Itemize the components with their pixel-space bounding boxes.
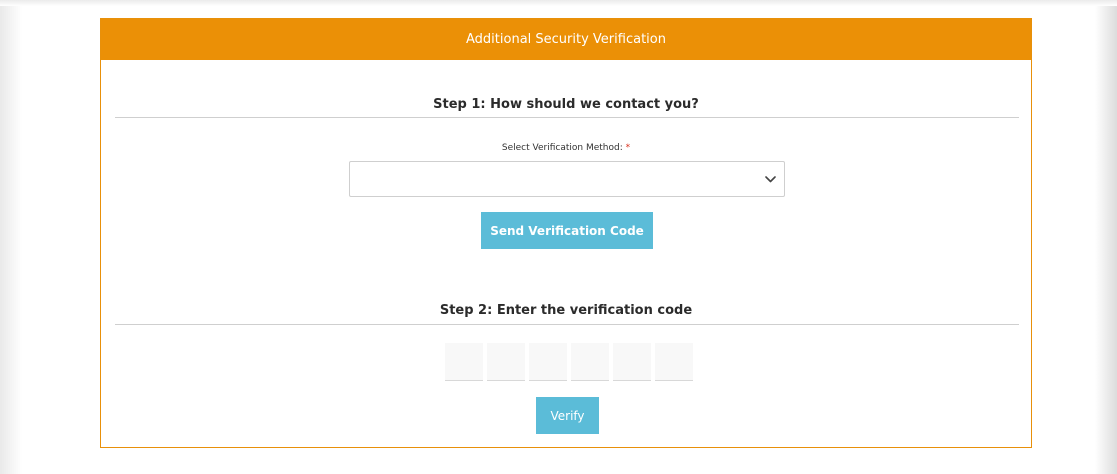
- step1-divider: [115, 117, 1019, 118]
- page-shadow-top: [0, 0, 1117, 6]
- required-marker: *: [625, 143, 631, 153]
- code-digit-input-6[interactable]: [655, 343, 693, 381]
- verification-code-inputs: [445, 343, 693, 381]
- verification-method-select[interactable]: [349, 161, 785, 197]
- step2-title: Step 2: Enter the verification code: [439, 303, 693, 318]
- code-digit-input-2[interactable]: [487, 343, 525, 381]
- code-digit-input-1[interactable]: [445, 343, 483, 381]
- panel-header: Additional Security Verification: [101, 19, 1031, 60]
- code-digit-input-3[interactable]: [529, 343, 567, 381]
- send-verification-code-button[interactable]: Send Verification Code: [481, 212, 653, 249]
- verify-button[interactable]: Verify: [536, 397, 599, 434]
- code-digit-input-5[interactable]: [613, 343, 651, 381]
- verification-method-label: Select Verification Method: *: [101, 143, 1031, 153]
- page-shadow-right: [1095, 0, 1117, 474]
- verification-method-label-text: Select Verification Method:: [501, 143, 623, 153]
- code-digit-input-4[interactable]: [571, 343, 609, 381]
- verification-panel: Additional Security Verification Step 1:…: [100, 18, 1032, 448]
- page-shadow-left: [0, 0, 22, 474]
- step2-divider: [115, 324, 1019, 325]
- panel-title: Additional Security Verification: [466, 32, 666, 47]
- chevron-down-icon: [764, 173, 776, 185]
- step1-title: Step 1: How should we contact you?: [433, 97, 699, 112]
